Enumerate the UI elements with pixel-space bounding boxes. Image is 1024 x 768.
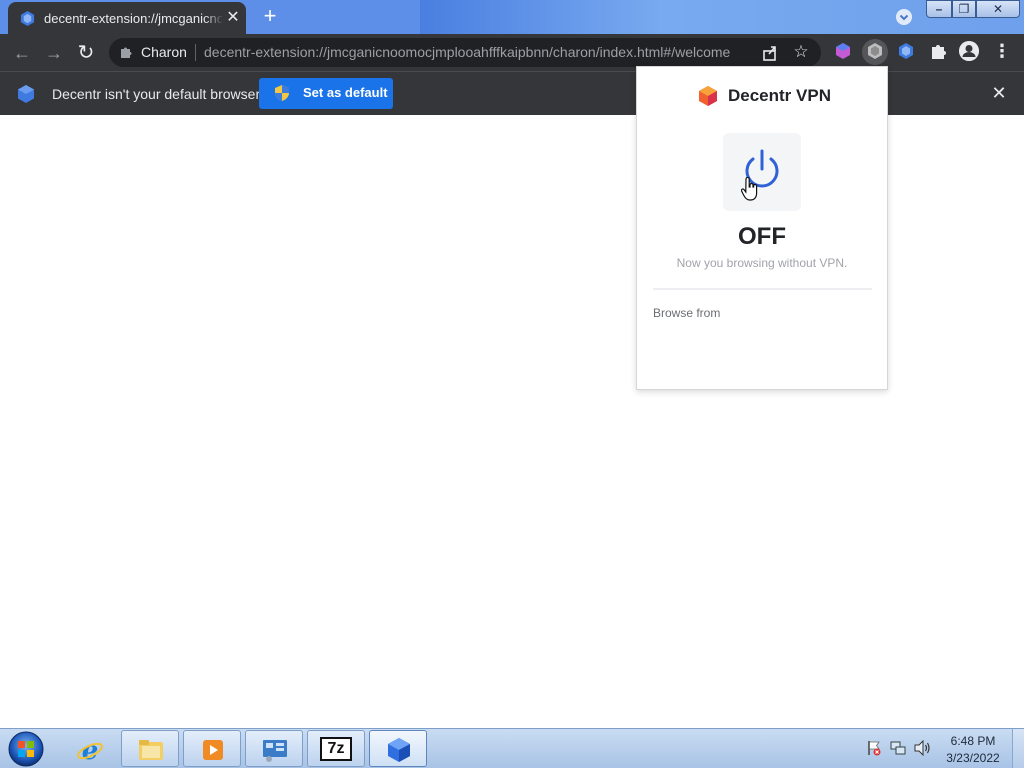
action-center-flag-icon[interactable]	[866, 740, 882, 756]
uac-shield-icon	[275, 85, 289, 101]
decentr-favicon-icon	[20, 11, 35, 26]
network-tool-icon	[263, 740, 287, 762]
new-tab-button[interactable]: +	[258, 5, 282, 29]
clock-date[interactable]: 3/23/2022	[940, 751, 1006, 765]
internet-explorer-icon: e	[77, 737, 103, 763]
svg-text:e: e	[82, 737, 99, 763]
minimize-icon: –	[935, 2, 943, 16]
minimize-button[interactable]: –	[926, 0, 952, 18]
reload-button[interactable]: ↻	[73, 40, 99, 66]
taskbar-windows-explorer[interactable]	[121, 730, 179, 767]
vpn-state-description: Now you browsing without VPN.	[676, 256, 848, 270]
set-as-default-label: Set as default	[303, 85, 388, 100]
restore-button[interactable]: ❐	[952, 0, 976, 18]
site-chip[interactable]: Charon	[141, 44, 201, 62]
taskbar-media-player[interactable]	[183, 730, 241, 767]
infobar-close-button[interactable]: ✕	[989, 83, 1009, 103]
network-status-icon[interactable]	[890, 740, 906, 756]
windows-taskbar: e 7z 6:48 PM 3/23/2022	[0, 728, 1024, 768]
forward-button[interactable]: →	[41, 40, 67, 66]
taskbar-7-zip[interactable]: 7z	[307, 730, 365, 767]
tab-title-fade	[204, 6, 224, 30]
back-button[interactable]: ←	[9, 40, 35, 66]
taskbar-decentr-browser[interactable]	[369, 730, 427, 767]
start-button[interactable]	[6, 730, 46, 768]
popup-title: Decentr VPN	[728, 86, 831, 105]
hand-cursor-icon	[741, 177, 758, 201]
close-icon: ✕	[992, 2, 1004, 16]
set-as-default-button[interactable]: Set as default	[259, 78, 393, 109]
7-zip-icon: 7z	[320, 737, 352, 761]
url-text[interactable]: decentr-extension://jmcganicnoomocjmploo…	[204, 44, 749, 62]
decentr-logo-icon	[18, 85, 34, 103]
window-controls: – ❐ ✕	[926, 0, 1020, 18]
profile-icon[interactable]	[959, 41, 979, 61]
browser-menu-button[interactable]: ⋮	[992, 42, 1012, 60]
browse-from-label: Browse from	[653, 306, 721, 320]
tab-title: decentr-extension://jmcganicnoomocjmploo…	[44, 11, 222, 26]
bookmark-star-icon[interactable]: ☆	[792, 43, 810, 61]
puzzle-icon	[121, 47, 132, 58]
close-window-button[interactable]: ✕	[976, 0, 1020, 18]
popup-divider	[653, 288, 872, 290]
share-icon[interactable]	[761, 44, 779, 62]
decentr-browser-icon	[388, 738, 410, 762]
decentr-vpn-logo-icon	[699, 86, 717, 106]
tab-search-chevron-icon[interactable]	[896, 9, 912, 25]
decentr-extension-icon[interactable]	[834, 42, 852, 60]
browser-tab-active[interactable]: decentr-extension://jmcganicnoomocjmploo…	[8, 2, 246, 34]
address-bar[interactable]: Charon decentr-extension://jmcganicnoomo…	[109, 38, 821, 67]
browser-titlebar: decentr-extension://jmcganicnoomocjmploo…	[0, 0, 1024, 34]
decentr-wallet-extension-icon[interactable]	[897, 42, 915, 60]
show-desktop-button[interactable]	[1012, 729, 1024, 768]
omnibox-separator	[195, 44, 196, 61]
taskbar-internet-explorer[interactable]: e	[60, 730, 118, 767]
infobar-message: Decentr isn't your default browser	[52, 86, 261, 102]
folder-icon	[139, 740, 163, 760]
vpn-state-text: OFF	[738, 223, 786, 250]
extensions-puzzle-icon[interactable]	[929, 42, 947, 60]
restore-icon: ❐	[958, 2, 970, 16]
vpn-power-button[interactable]	[723, 133, 801, 211]
vpn-extension-popup: Decentr VPN OFF Now you browsing without…	[636, 66, 888, 390]
volume-icon[interactable]	[913, 740, 931, 756]
taskbar-network-tool[interactable]	[245, 730, 303, 767]
vpn-extension-icon[interactable]	[866, 42, 884, 60]
media-player-icon	[203, 740, 223, 760]
clock-time[interactable]: 6:48 PM	[940, 734, 1006, 748]
tab-close-button[interactable]: ✕	[224, 9, 242, 27]
